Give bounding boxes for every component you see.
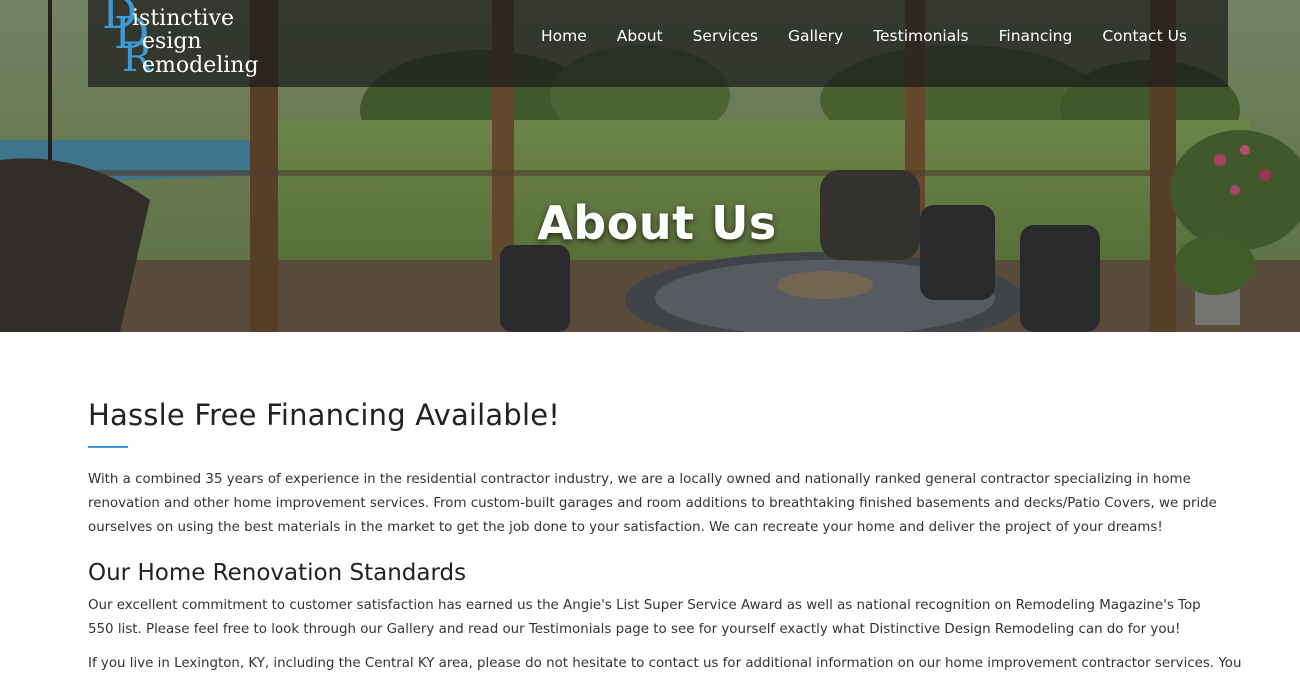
nav-item-financing[interactable]: Financing — [984, 26, 1088, 46]
heading-underline — [88, 446, 128, 448]
page-title: About Us — [537, 196, 777, 250]
main-content: Hassle Free Financing Available! With a … — [88, 398, 1242, 676]
logo-word-distinctive: istinctive — [132, 6, 235, 31]
logo[interactable]: D D R istinctive esign emodeling — [102, 0, 302, 84]
nav-item-contact-us[interactable]: Contact Us — [1087, 26, 1187, 46]
nav-item-gallery[interactable]: Gallery — [773, 26, 858, 46]
nav-item-testimonials[interactable]: Testimonials — [858, 26, 983, 46]
contact-paragraph: If you live in Lexington, KY, including … — [88, 656, 1242, 671]
nav-item-home[interactable]: Home — [526, 26, 602, 46]
site-header: D D R istinctive esign emodeling Home Ab… — [88, 0, 1228, 87]
nav-item-services[interactable]: Services — [678, 26, 773, 46]
logo-word-design: esign — [142, 29, 202, 54]
logo-word-remodeling: emodeling — [142, 53, 259, 78]
section-heading: Hassle Free Financing Available! — [88, 398, 561, 432]
subheading: Our Home Renovation Standards — [88, 560, 467, 586]
intro-paragraph: With a combined 35 years of experience i… — [88, 472, 1217, 535]
standards-paragraph: Our excellent commitment to customer sat… — [88, 598, 1201, 637]
nav-item-about[interactable]: About — [602, 26, 678, 46]
main-nav: Home About Services Gallery Testimonials… — [526, 26, 1187, 46]
